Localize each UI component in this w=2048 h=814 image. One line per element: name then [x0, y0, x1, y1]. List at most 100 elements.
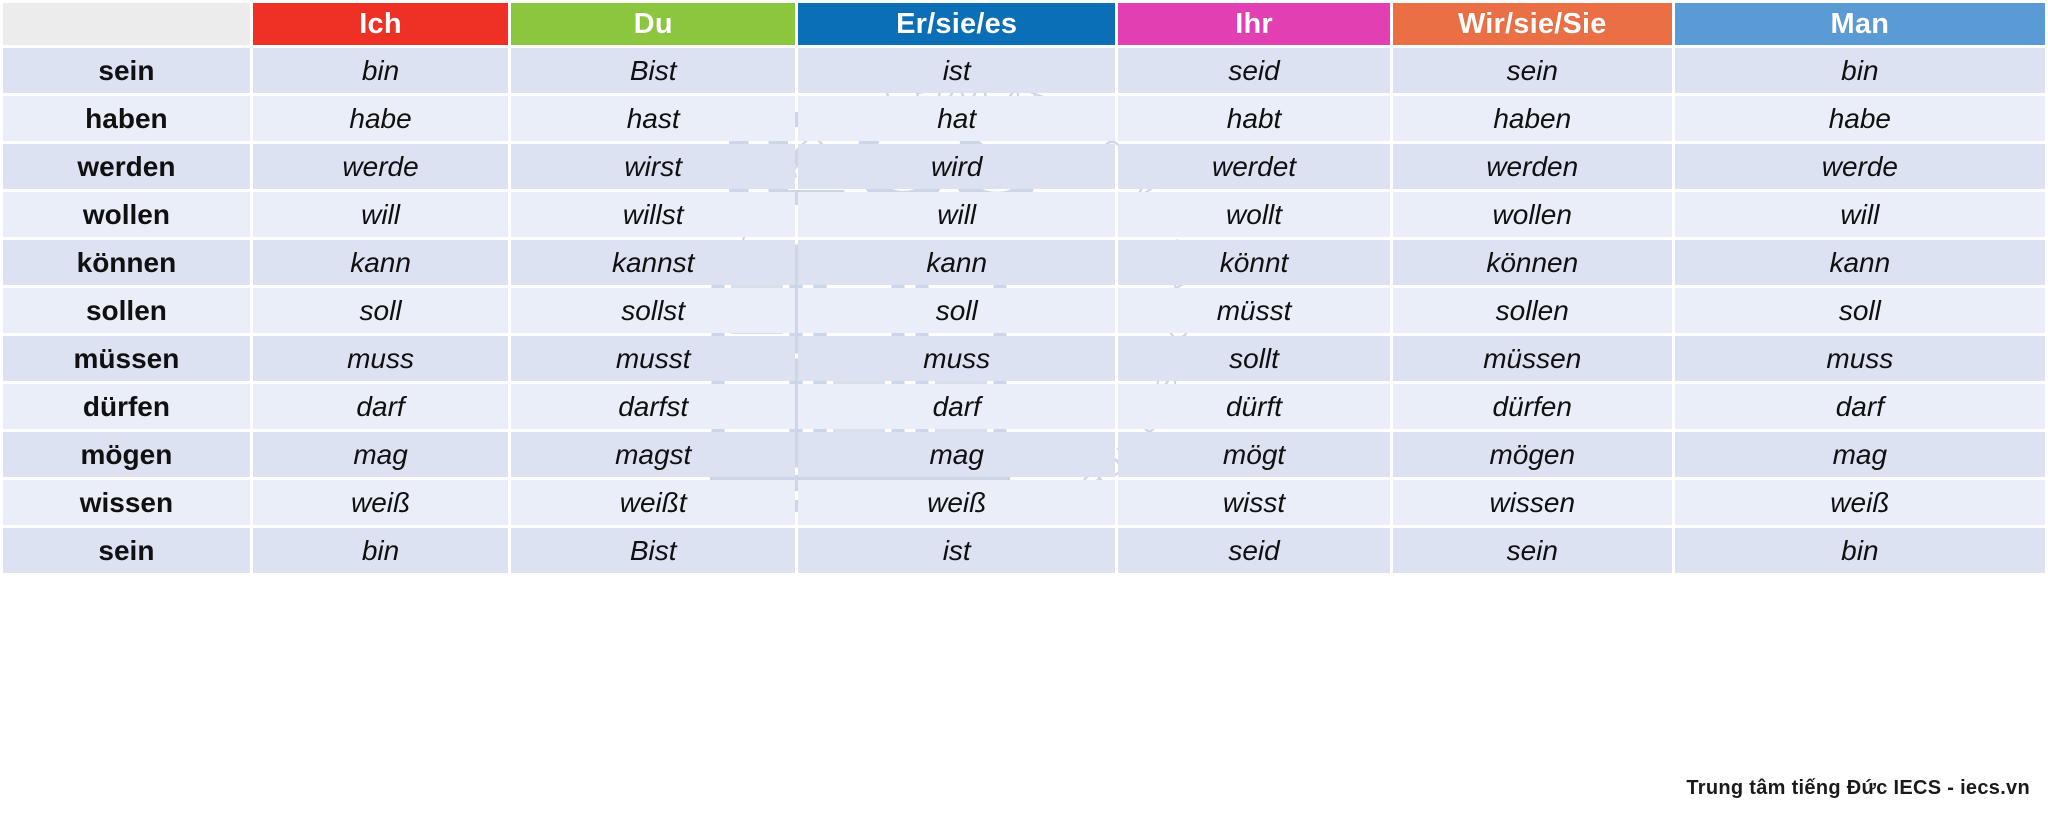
conjugation-cell-du: musst: [511, 336, 796, 381]
conjugation-sheet: INTERNATIONAL EDUCATION CONSULTANCY SERV…: [0, 0, 2048, 814]
conjugation-cell-man: werde: [1674, 144, 2045, 189]
conjugation-cell-er: ist: [798, 528, 1116, 573]
conjugation-cell-man: soll: [1674, 288, 2045, 333]
conjugation-cell-wir: müssen: [1392, 336, 1672, 381]
conjugation-cell-er: muss: [798, 336, 1116, 381]
conjugation-cell-ich: habe: [252, 96, 509, 141]
conjugation-cell-man: mag: [1674, 432, 2045, 477]
conjugation-cell-ihr: werdet: [1118, 144, 1390, 189]
conjugation-cell-er: kann: [798, 240, 1116, 285]
conjugation-cell-wir: wissen: [1392, 480, 1672, 525]
conjugation-cell-ich: weiß: [252, 480, 509, 525]
conjugation-cell-du: sollst: [511, 288, 796, 333]
verb-cell: sein: [3, 528, 250, 573]
conjugation-cell-du: wirst: [511, 144, 796, 189]
conjugation-cell-ihr: wollt: [1118, 192, 1390, 237]
conjugation-cell-du: Bist: [511, 48, 796, 93]
table-header: Ich Du Er/sie/es Ihr Wir/sie/Sie Man: [3, 3, 2045, 45]
conjugation-cell-ich: kann: [252, 240, 509, 285]
verb-cell: können: [3, 240, 250, 285]
conjugation-cell-er: ist: [798, 48, 1116, 93]
conjugation-cell-ihr: wisst: [1118, 480, 1390, 525]
conjugation-table: Ich Du Er/sie/es Ihr Wir/sie/Sie Man sei…: [0, 0, 2048, 576]
conjugation-cell-er: mag: [798, 432, 1116, 477]
conjugation-cell-du: weißt: [511, 480, 796, 525]
conjugation-cell-du: darfst: [511, 384, 796, 429]
header-cell-ich: Ich: [252, 3, 509, 45]
conjugation-cell-man: bin: [1674, 528, 2045, 573]
conjugation-cell-wir: sein: [1392, 528, 1672, 573]
conjugation-cell-er: soll: [798, 288, 1116, 333]
conjugation-cell-ihr: habt: [1118, 96, 1390, 141]
conjugation-cell-er: hat: [798, 96, 1116, 141]
conjugation-cell-wir: sein: [1392, 48, 1672, 93]
conjugation-cell-er: weiß: [798, 480, 1116, 525]
table-row: haben habe hast hat habt haben habe: [3, 96, 2045, 141]
table-row: werden werde wirst wird werdet werden werde: [3, 144, 2045, 189]
conjugation-cell-man: muss: [1674, 336, 2045, 381]
conjugation-cell-man: kann: [1674, 240, 2045, 285]
footer-credit: Trung tâm tiếng Đức IECS - iecs.vn: [1686, 777, 2030, 799]
verb-cell: wollen: [3, 192, 250, 237]
conjugation-cell-du: kannst: [511, 240, 796, 285]
verb-cell: dürfen: [3, 384, 250, 429]
conjugation-cell-ihr: seid: [1118, 48, 1390, 93]
conjugation-cell-ich: mag: [252, 432, 509, 477]
table-row: sollen soll sollst soll müsst sollen soll: [3, 288, 2045, 333]
conjugation-cell-ich: werde: [252, 144, 509, 189]
verb-cell: werden: [3, 144, 250, 189]
conjugation-cell-ich: bin: [252, 528, 509, 573]
header-cell-wir-sie-sie: Wir/sie/Sie: [1392, 3, 1672, 45]
conjugation-cell-man: weiß: [1674, 480, 2045, 525]
table-row: wissen weiß weißt weiß wisst wissen weiß: [3, 480, 2045, 525]
conjugation-cell-er: will: [798, 192, 1116, 237]
table-row: dürfen darf darfst darf dürft dürfen darf: [3, 384, 2045, 429]
conjugation-cell-er: wird: [798, 144, 1116, 189]
conjugation-cell-wir: werden: [1392, 144, 1672, 189]
table-row: können kann kannst kann könnt können kann: [3, 240, 2045, 285]
table-row: sein bin Bist ist seid sein bin: [3, 48, 2045, 93]
conjugation-cell-du: Bist: [511, 528, 796, 573]
conjugation-cell-wir: wollen: [1392, 192, 1672, 237]
table-row: mögen mag magst mag mögt mögen mag: [3, 432, 2045, 477]
verb-cell: müssen: [3, 336, 250, 381]
conjugation-cell-wir: dürfen: [1392, 384, 1672, 429]
table-row: sein bin Bist ist seid sein bin: [3, 528, 2045, 573]
conjugation-cell-ich: darf: [252, 384, 509, 429]
conjugation-cell-ihr: sollt: [1118, 336, 1390, 381]
conjugation-cell-ihr: mögt: [1118, 432, 1390, 477]
header-cell-corner: [3, 3, 250, 45]
conjugation-cell-man: bin: [1674, 48, 2045, 93]
header-row: Ich Du Er/sie/es Ihr Wir/sie/Sie Man: [3, 3, 2045, 45]
header-cell-du: Du: [511, 3, 796, 45]
conjugation-cell-ihr: könnt: [1118, 240, 1390, 285]
conjugation-cell-wir: können: [1392, 240, 1672, 285]
verb-cell: sollen: [3, 288, 250, 333]
conjugation-cell-du: magst: [511, 432, 796, 477]
conjugation-cell-wir: mögen: [1392, 432, 1672, 477]
header-cell-ihr: Ihr: [1118, 3, 1390, 45]
verb-cell: haben: [3, 96, 250, 141]
conjugation-cell-ich: soll: [252, 288, 509, 333]
conjugation-cell-du: hast: [511, 96, 796, 141]
verb-cell: mögen: [3, 432, 250, 477]
conjugation-cell-man: habe: [1674, 96, 2045, 141]
conjugation-cell-du: willst: [511, 192, 796, 237]
conjugation-cell-ihr: dürft: [1118, 384, 1390, 429]
conjugation-cell-wir: haben: [1392, 96, 1672, 141]
table-row: müssen muss musst muss sollt müssen muss: [3, 336, 2045, 381]
table-body: sein bin Bist ist seid sein bin haben habe hast ha…: [3, 48, 2045, 573]
verb-cell: sein: [3, 48, 250, 93]
conjugation-cell-ihr: müsst: [1118, 288, 1390, 333]
conjugation-cell-man: will: [1674, 192, 2045, 237]
conjugation-cell-man: darf: [1674, 384, 2045, 429]
header-cell-man: Man: [1674, 3, 2045, 45]
conjugation-cell-ihr: seid: [1118, 528, 1390, 573]
conjugation-cell-er: darf: [798, 384, 1116, 429]
conjugation-cell-ich: bin: [252, 48, 509, 93]
table-row: wollen will willst will wollt wollen will: [3, 192, 2045, 237]
conjugation-cell-ich: muss: [252, 336, 509, 381]
conjugation-cell-ich: will: [252, 192, 509, 237]
header-cell-er-sie-es: Er/sie/es: [798, 3, 1116, 45]
verb-cell: wissen: [3, 480, 250, 525]
